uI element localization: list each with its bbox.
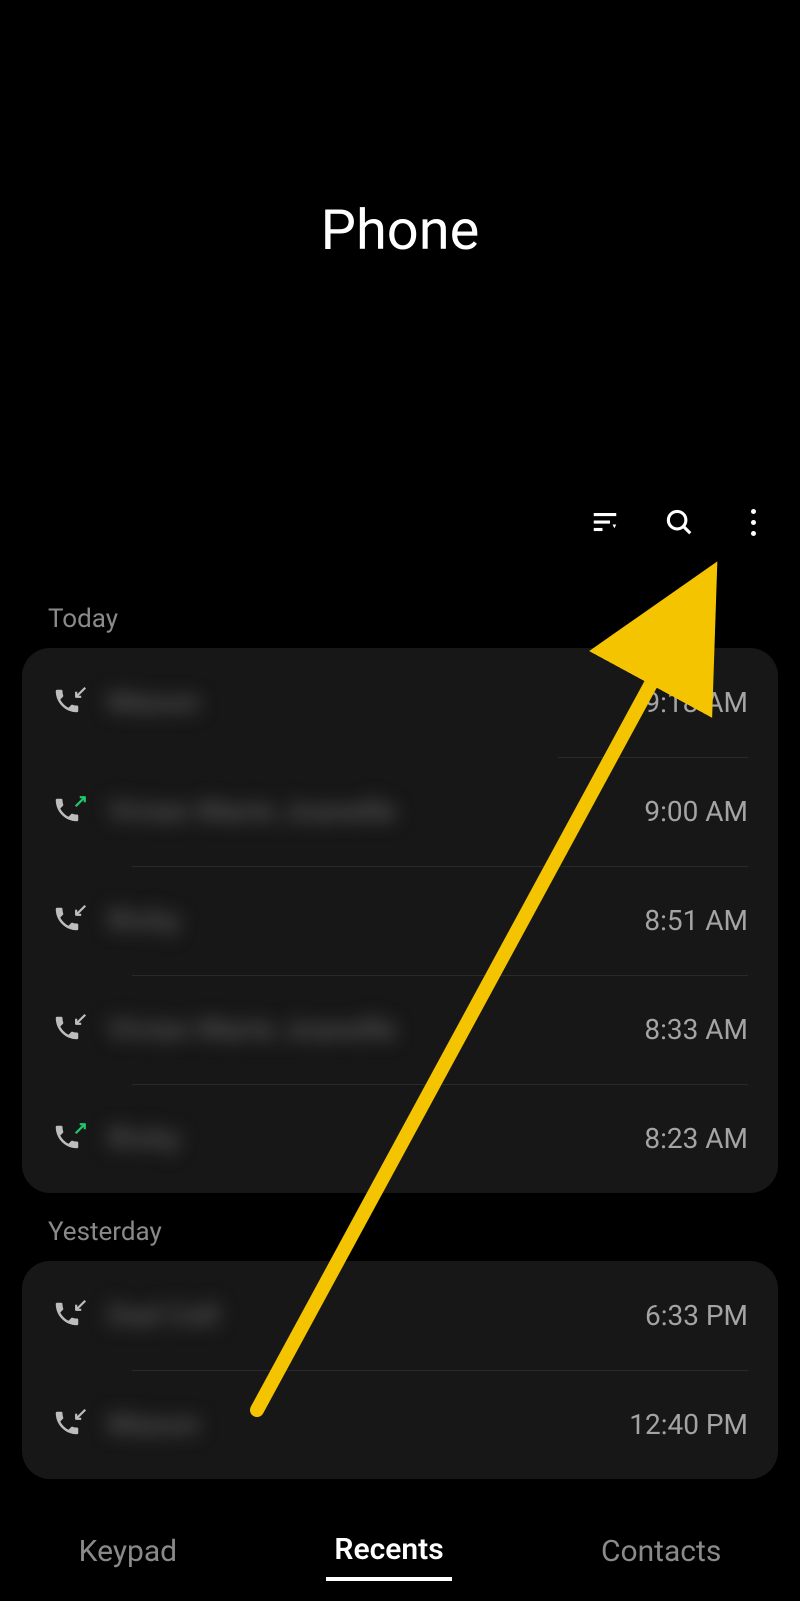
call-row[interactable]: ↗ Ricky 8:23 AM [22, 1084, 778, 1193]
nav-recents[interactable]: Recents [326, 1522, 451, 1581]
contact-name: Vivian Marie Joanelle [108, 1012, 644, 1047]
more-icon[interactable] [736, 505, 770, 539]
incoming-call-icon: ↙ [52, 1299, 86, 1333]
bottom-nav: Keypad Recents Contacts [0, 1501, 800, 1601]
section-label-today: Today [0, 604, 800, 648]
call-time: 9:18 AM [644, 686, 748, 719]
call-row[interactable]: ↙ Dad Cell 6:33 PM [22, 1261, 778, 1370]
outgoing-call-icon: ↗ [52, 795, 86, 829]
nav-keypad[interactable]: Keypad [71, 1524, 185, 1579]
call-time: 12:40 PM [629, 1408, 748, 1441]
nav-contacts[interactable]: Contacts [593, 1524, 729, 1579]
incoming-call-icon: ↙ [52, 1013, 86, 1047]
call-time: 6:33 PM [645, 1299, 748, 1332]
call-row[interactable]: ↙ Ricky 8:51 AM [22, 866, 778, 975]
contact-name: Mason [108, 685, 644, 720]
contact-name: Mason [108, 1407, 629, 1442]
incoming-call-icon: ↙ [52, 904, 86, 938]
call-row[interactable]: ↙ Mason 9:18 AM [22, 648, 778, 757]
header-area: Phone [0, 0, 800, 480]
call-group-yesterday: ↙ Dad Cell 6:33 PM ↙ Mason 12:40 PM [22, 1261, 778, 1479]
incoming-call-icon: ↙ [52, 686, 86, 720]
call-time: 8:51 AM [644, 904, 748, 937]
call-row[interactable]: ↗ Vivian Marie Joanelle 9:00 AM [22, 757, 778, 866]
outgoing-call-icon: ↗ [52, 1122, 86, 1156]
call-group-today: ↙ Mason 9:18 AM ↗ Vivian Marie Joanelle … [22, 648, 778, 1193]
contact-name: Vivian Marie Joanelle [108, 794, 644, 829]
call-row[interactable]: ↙ Mason 12:40 PM [22, 1370, 778, 1479]
call-time: 8:33 AM [644, 1013, 748, 1046]
contact-name: Ricky [108, 1121, 644, 1156]
call-row[interactable]: ↙ Vivian Marie Joanelle 8:33 AM [22, 975, 778, 1084]
toolbar [588, 505, 770, 539]
call-time: 9:00 AM [644, 795, 748, 828]
incoming-call-icon: ↙ [52, 1408, 86, 1442]
call-time: 8:23 AM [644, 1122, 748, 1155]
contact-name: Dad Cell [108, 1298, 645, 1333]
filter-icon[interactable] [588, 505, 622, 539]
search-icon[interactable] [662, 505, 696, 539]
section-label-yesterday: Yesterday [0, 1217, 800, 1261]
app-title: Phone [321, 197, 480, 263]
contact-name: Ricky [108, 903, 644, 938]
